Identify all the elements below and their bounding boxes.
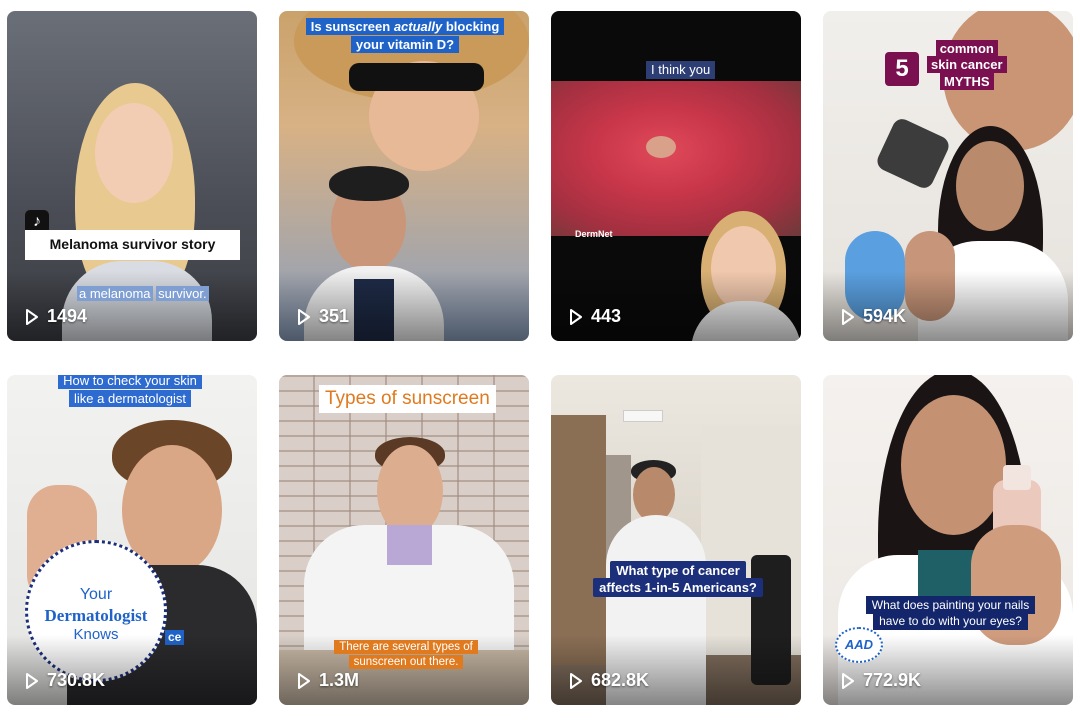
video-caption: There are several types of sunscreen out… (331, 640, 481, 670)
caption-part: blocking (442, 19, 500, 34)
video-card[interactable]: Types of sunscreen There are several typ… (279, 375, 529, 705)
subtitle-part: survivor. (156, 286, 209, 301)
view-count-value: 594K (863, 306, 907, 326)
caption-emphasis: actually (393, 19, 443, 34)
view-count: 682.8K (569, 670, 649, 691)
caption-line: skin cancer (927, 56, 1007, 74)
video-title-caption: Melanoma survivor story (25, 230, 240, 260)
view-count-value: 443 (591, 306, 622, 326)
view-count: 772.9K (841, 670, 921, 691)
view-count: 1494 (25, 306, 87, 327)
caption-line: your vitamin D? (350, 35, 460, 53)
caption-line: What type of cancer (610, 561, 746, 580)
video-card[interactable]: Your Dermatologist Knows ce How to check… (7, 375, 257, 705)
video-card[interactable]: ♪ Melanoma survivor story a melanoma sur… (7, 11, 257, 341)
play-icon (26, 672, 38, 689)
badge-line: Dermatologist (44, 606, 148, 625)
video-caption: I think you (646, 61, 716, 80)
video-subtitle: a melanoma survivor. (77, 286, 209, 302)
caption-line: There are several types of (334, 640, 478, 654)
video-caption: What type of cancer affects 1-in-5 Ameri… (593, 561, 763, 598)
myths-number-badge: 5 (885, 52, 919, 86)
play-icon (298, 672, 310, 689)
caption-line: Is sunscreen actually blocking (305, 18, 505, 35)
view-count: 351 (297, 306, 349, 327)
view-count-value: 1494 (47, 306, 88, 326)
video-card[interactable]: Is sunscreen actually blocking your vita… (279, 11, 529, 341)
myths-caption: common skin cancer MYTHS (927, 40, 1007, 90)
video-caption: How to check your skin like a dermatolog… (55, 375, 205, 408)
play-icon (570, 308, 582, 325)
caption-line: affects 1-in-5 Americans? (593, 578, 763, 598)
caption-line: How to check your skin (58, 375, 202, 389)
view-count: 443 (569, 306, 621, 327)
view-count-value: 682.8K (591, 670, 650, 690)
video-card[interactable]: DermNet I think you 443 (551, 11, 801, 341)
view-count-value: 1.3M (319, 670, 360, 690)
video-title-caption: Types of sunscreen (319, 385, 496, 413)
video-caption: Is sunscreen actually blocking your vita… (305, 18, 505, 54)
dermnet-logo: DermNet (575, 229, 613, 239)
caption-line: sunscreen out there. (348, 655, 464, 670)
badge-line: Your (79, 586, 113, 603)
subtitle-part: a melanoma (77, 286, 153, 301)
video-grid: ♪ Melanoma survivor story a melanoma sur… (0, 0, 1080, 720)
view-count: 594K (841, 306, 906, 327)
aad-logo: AAD (844, 637, 874, 652)
play-icon (298, 308, 310, 325)
caption-part: Is sunscreen (310, 19, 394, 34)
view-count: 730.8K (25, 670, 105, 691)
view-count-value: 730.8K (47, 670, 106, 690)
caption-line: common (935, 40, 998, 57)
caption-line: have to do with your eyes? (873, 612, 1028, 630)
play-icon (26, 308, 38, 325)
view-count-value: 351 (319, 306, 350, 326)
caption-line: MYTHS (940, 72, 994, 90)
view-count-value: 772.9K (863, 670, 922, 690)
caption-line: like a dermatologist (69, 390, 191, 408)
play-icon (842, 672, 854, 689)
video-card[interactable]: What type of cancer affects 1-in-5 Ameri… (551, 375, 801, 705)
video-caption: What does painting your nails have to do… (858, 596, 1043, 630)
play-icon (842, 308, 854, 325)
video-card[interactable]: 5 common skin cancer MYTHS 594K (823, 11, 1073, 341)
video-card[interactable]: What does painting your nails have to do… (823, 375, 1073, 705)
play-icon (570, 672, 582, 689)
view-count: 1.3M (297, 670, 359, 691)
